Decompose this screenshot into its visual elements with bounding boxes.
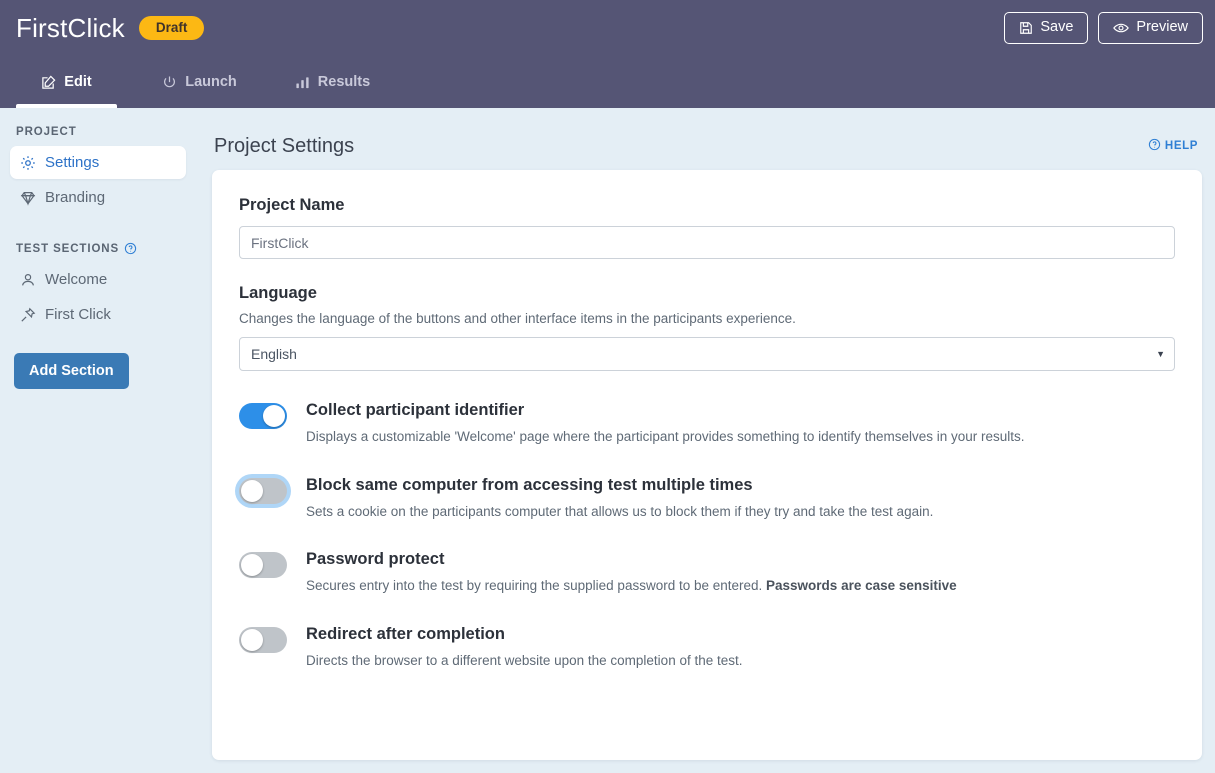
bar-chart-icon <box>295 75 310 90</box>
help-link-label: HELP <box>1164 140 1198 152</box>
save-button[interactable]: Save <box>1004 12 1089 44</box>
page-title: FirstClick <box>16 12 125 43</box>
tab-results-label: Results <box>317 74 371 90</box>
floppy-disk-icon <box>1019 21 1033 35</box>
sidebar-heading-project-label: PROJECT <box>16 126 77 138</box>
add-section-button[interactable]: Add Section <box>14 353 129 389</box>
toggle-password-protect[interactable] <box>239 552 287 579</box>
toggle-knob <box>263 405 285 427</box>
setting-description-emphasis: Passwords are case sensitive <box>766 578 957 594</box>
setting-description-text: Secures entry into the test by requiring… <box>306 578 767 594</box>
header-top-bar: FirstClick Draft Save Preview <box>0 0 1215 56</box>
sidebar-item-branding[interactable]: Branding <box>10 181 186 214</box>
save-button-label: Save <box>1040 19 1074 36</box>
setting-text: Block same computer from accessing test … <box>306 475 933 521</box>
setting-text: Collect participant identifier Displays … <box>306 400 1025 446</box>
page-body: PROJECT Settings Branding TEST SECTIONS <box>0 108 1215 773</box>
setting-description: Directs the browser to a different websi… <box>306 652 743 668</box>
preview-button-label: Preview <box>1136 19 1188 36</box>
sidebar-item-settings[interactable]: Settings <box>10 146 186 179</box>
person-icon <box>20 272 36 288</box>
setting-row-block-same-computer: Block same computer from accessing test … <box>239 475 1175 521</box>
main-nav-tabs: Edit Launch Results <box>0 56 1215 108</box>
setting-description: Displays a customizable 'Welcome' page w… <box>306 429 1025 444</box>
help-link[interactable]: HELP <box>1148 138 1198 154</box>
setting-title: Redirect after completion <box>306 624 505 643</box>
setting-text: Password protect Secures entry into the … <box>306 549 957 595</box>
toggle-knob <box>241 554 263 577</box>
preview-button[interactable]: Preview <box>1098 12 1203 44</box>
sidebar-heading-project: PROJECT <box>10 126 186 146</box>
help-circle-icon[interactable] <box>124 242 137 255</box>
setting-description: Sets a cookie on the participants comput… <box>306 503 934 519</box>
setting-title: Password protect <box>306 550 445 569</box>
setting-row-redirect-after-completion: Redirect after completion Directs the br… <box>239 624 1175 670</box>
tab-edit[interactable]: Edit <box>0 56 133 108</box>
gem-icon <box>20 190 36 206</box>
tab-launch[interactable]: Launch <box>133 56 266 108</box>
header-actions: Save Preview <box>1004 12 1203 44</box>
sidebar-item-welcome[interactable]: Welcome <box>10 263 186 296</box>
status-badge: Draft <box>138 15 205 41</box>
eye-icon <box>1113 21 1130 35</box>
language-description: Changes the language of the buttons and … <box>239 311 796 326</box>
toggle-collect-participant-identifier[interactable] <box>239 403 287 429</box>
setting-title: Collect participant identifier <box>306 401 525 419</box>
sidebar-item-welcome-label: Welcome <box>45 271 108 288</box>
language-label: Language <box>239 284 317 302</box>
app-header: FirstClick Draft Save Preview Edit Launc… <box>0 0 1215 108</box>
sidebar-item-first-click-label: First Click <box>45 306 111 323</box>
tab-launch-label: Launch <box>185 74 237 90</box>
tab-edit-label: Edit <box>64 74 92 90</box>
sidebar-item-first-click[interactable]: First Click <box>10 298 186 331</box>
settings-page-title: Project Settings <box>214 134 355 157</box>
help-circle-icon <box>1148 138 1161 154</box>
sidebar-item-branding-label: Branding <box>45 189 106 206</box>
toggle-knob <box>241 479 263 502</box>
setting-description: Secures entry into the test by requiring… <box>306 577 957 595</box>
settings-card: Project Name Language Changes the langua… <box>212 170 1202 760</box>
language-select-wrap: ▼ <box>239 337 1175 371</box>
setting-row-collect-participant-identifier: Collect participant identifier Displays … <box>239 400 1175 446</box>
language-select[interactable] <box>239 337 1175 371</box>
toggle-redirect-after-completion[interactable] <box>239 626 287 653</box>
project-name-label: Project Name <box>239 196 345 214</box>
sidebar-item-settings-label: Settings <box>45 154 100 171</box>
edit-icon <box>41 75 56 90</box>
main-header: Project Settings HELP <box>212 122 1202 170</box>
power-icon <box>162 75 177 90</box>
gear-icon <box>20 155 36 171</box>
toggle-block-same-computer[interactable] <box>239 477 287 504</box>
main-content: Project Settings HELP Project Name Langu… <box>200 108 1215 773</box>
setting-title: Block same computer from accessing test … <box>306 475 753 494</box>
setting-text: Redirect after completion Directs the br… <box>306 624 743 670</box>
setting-row-password-protect: Password protect Secures entry into the … <box>239 549 1175 595</box>
pin-icon <box>20 307 36 323</box>
project-name-input[interactable] <box>239 226 1175 259</box>
toggle-knob <box>241 628 263 651</box>
sidebar-heading-test-sections-label: TEST SECTIONS <box>16 242 120 255</box>
tab-results[interactable]: Results <box>266 56 399 108</box>
sidebar: PROJECT Settings Branding TEST SECTIONS <box>0 108 200 773</box>
sidebar-heading-test-sections: TEST SECTIONS <box>10 216 186 263</box>
